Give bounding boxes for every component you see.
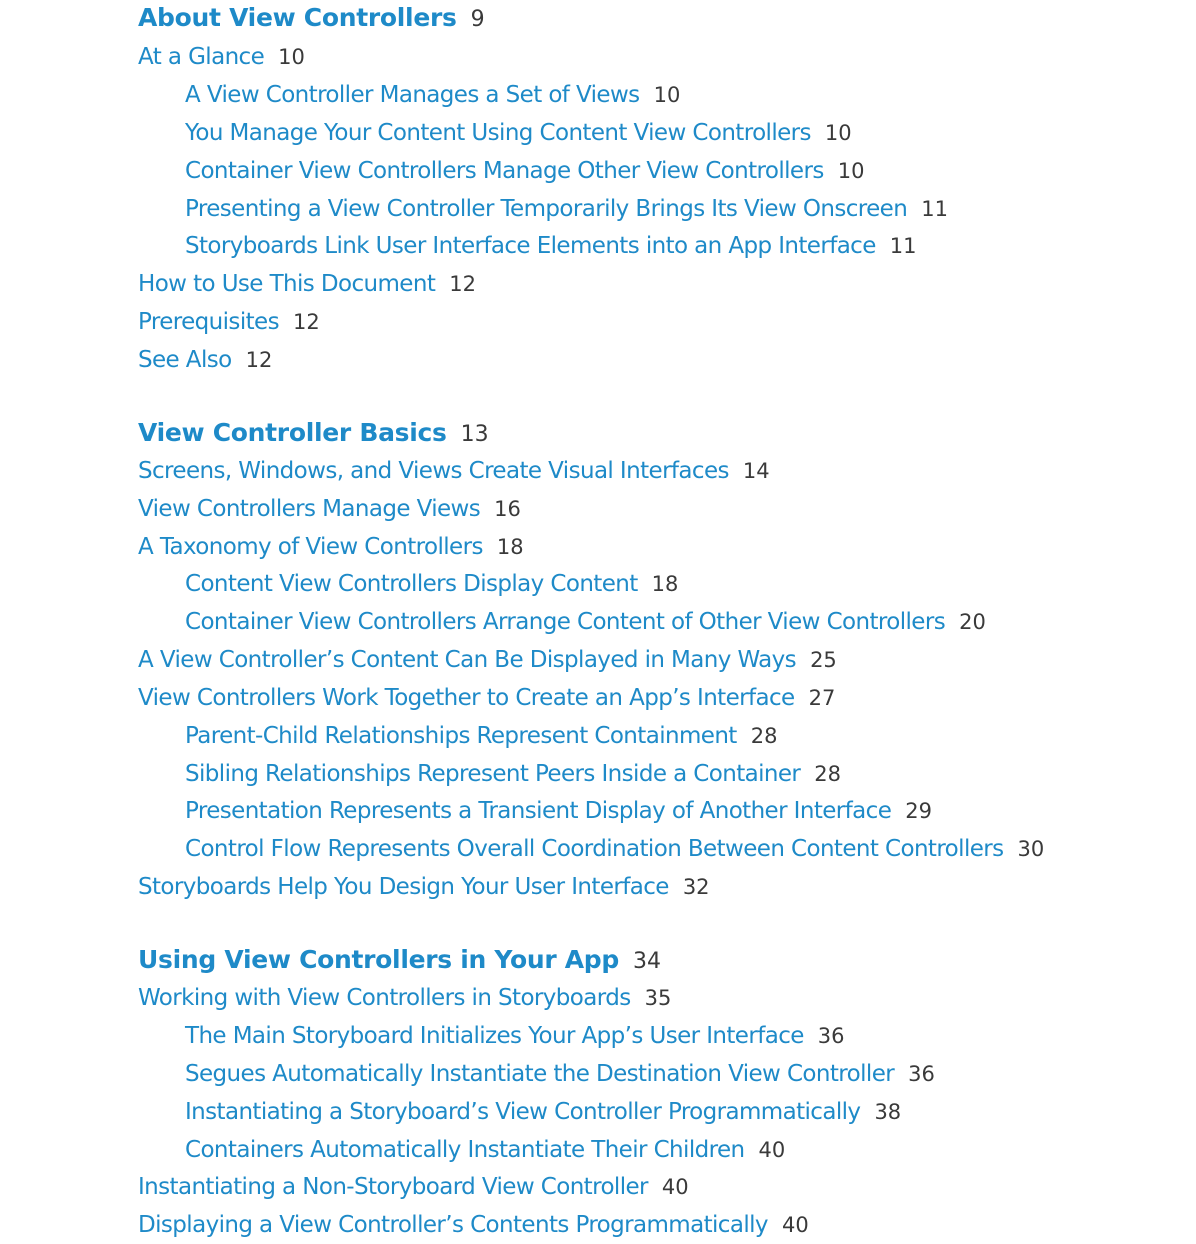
toc-entry-title[interactable]: A Taxonomy of View Controllers — [138, 534, 483, 560]
toc-entry[interactable]: How to Use This Document 12 — [138, 273, 476, 296]
toc-page-number: 40 — [781, 1213, 809, 1237]
toc-entry[interactable]: At a Glance 10 — [138, 46, 305, 69]
toc-entry-title[interactable]: Working with View Controllers in Storybo… — [138, 985, 631, 1011]
toc-page-number: 34 — [633, 949, 661, 974]
toc-chapter-title[interactable]: View Controller Basics — [138, 418, 447, 447]
toc-page-number: 10 — [278, 45, 305, 69]
toc-entry[interactable]: Presentation Represents a Transient Disp… — [185, 800, 932, 823]
toc-entry[interactable]: You Manage Your Content Using Content Vi… — [185, 122, 852, 145]
toc-entry[interactable]: Content View Controllers Display Content… — [185, 573, 678, 596]
toc-entry[interactable]: Working with View Controllers in Storybo… — [138, 987, 671, 1010]
toc-entry-title[interactable]: Content View Controllers Display Content — [185, 571, 638, 597]
toc-page-number: 16 — [494, 497, 521, 521]
toc-page-number: 40 — [661, 1175, 689, 1199]
toc-chapter-view-controller-basics[interactable]: View Controller Basics 13 — [138, 420, 489, 446]
toc-page-number: 28 — [814, 762, 842, 786]
toc-entry[interactable]: Segues Automatically Instantiate the Des… — [185, 1063, 935, 1086]
toc-page-number: 36 — [908, 1062, 935, 1086]
toc-entry-title[interactable]: View Controllers Manage Views — [138, 496, 481, 522]
toc-page-number: 9 — [470, 7, 485, 32]
toc-page-number: 12 — [292, 310, 320, 334]
toc-page-number: 29 — [905, 799, 932, 823]
toc-page-number: 36 — [817, 1024, 845, 1048]
toc-page-number: 40 — [758, 1138, 786, 1162]
toc-entry[interactable]: A Taxonomy of View Controllers 18 — [138, 536, 524, 559]
toc-page-number: 10 — [653, 83, 681, 107]
toc-entry[interactable]: Parent-Child Relationships Represent Con… — [185, 725, 777, 748]
toc-entry-title[interactable]: At a Glance — [138, 44, 265, 70]
toc-entry[interactable]: Presenting a View Controller Temporarily… — [185, 198, 948, 221]
toc-entry-title[interactable]: A View Controller’s Content Can Be Displ… — [138, 647, 797, 673]
toc-page-number: 10 — [837, 159, 865, 183]
toc-entry[interactable]: View Controllers Work Together to Create… — [138, 687, 835, 710]
toc-chapter-title[interactable]: About View Controllers — [138, 3, 457, 32]
toc-entry-title[interactable]: How to Use This Document — [138, 271, 436, 297]
toc-page-number: 14 — [742, 459, 770, 483]
toc-page-number: 35 — [644, 986, 672, 1010]
toc-entry-title[interactable]: Screens, Windows, and Views Create Visua… — [138, 458, 729, 484]
toc-entry[interactable]: Containers Automatically Instantiate The… — [185, 1139, 785, 1162]
toc-chapter-using-view-controllers[interactable]: Using View Controllers in Your App 34 — [138, 947, 661, 973]
toc-entry[interactable]: View Controllers Manage Views 16 — [138, 498, 521, 521]
toc-entry-title[interactable]: Prerequisites — [138, 309, 280, 335]
toc-page-number: 13 — [460, 422, 489, 447]
toc-entry-title[interactable]: Containers Automatically Instantiate The… — [185, 1137, 745, 1163]
toc-entry[interactable]: Sibling Relationships Represent Peers In… — [185, 763, 841, 786]
toc-entry-title[interactable]: Instantiating a Storyboard’s View Contro… — [185, 1099, 861, 1125]
toc-page-number: 27 — [808, 686, 836, 710]
toc-page-number: 28 — [750, 724, 778, 748]
toc-entry-title[interactable]: You Manage Your Content Using Content Vi… — [185, 120, 812, 146]
toc-chapter-title[interactable]: Using View Controllers in Your App — [138, 945, 619, 974]
toc-page-number: 11 — [889, 234, 917, 258]
toc-entry[interactable]: Screens, Windows, and Views Create Visua… — [138, 460, 770, 483]
toc-entry-title[interactable]: Container View Controllers Arrange Conte… — [185, 609, 946, 635]
toc-entry[interactable]: Container View Controllers Arrange Conte… — [185, 611, 986, 634]
toc-entry-title[interactable]: Storyboards Help You Design Your User In… — [138, 874, 669, 900]
toc-entry-title[interactable]: View Controllers Work Together to Create… — [138, 685, 795, 711]
toc-entry-title[interactable]: Sibling Relationships Represent Peers In… — [185, 761, 801, 787]
toc-chapter-about-view-controllers[interactable]: About View Controllers 9 — [138, 5, 485, 31]
toc-entry[interactable]: Prerequisites 12 — [138, 311, 320, 334]
toc-entry[interactable]: See Also 12 — [138, 349, 272, 372]
toc-page-number: 11 — [921, 197, 948, 221]
toc-page-number: 38 — [874, 1100, 902, 1124]
toc-entry-title[interactable]: Presenting a View Controller Temporarily… — [185, 196, 908, 222]
toc-page-number: 18 — [651, 572, 679, 596]
toc-entry[interactable]: Displaying a View Controller’s Contents … — [138, 1214, 809, 1237]
toc-page-number: 12 — [245, 348, 273, 372]
toc-entry[interactable]: Storyboards Help You Design Your User In… — [138, 876, 710, 899]
toc-entry-title[interactable]: Instantiating a Non-Storyboard View Cont… — [138, 1174, 649, 1200]
toc-entry[interactable]: Instantiating a Non-Storyboard View Cont… — [138, 1176, 689, 1199]
toc-entry-title[interactable]: Container View Controllers Manage Other … — [185, 158, 824, 184]
toc-page-number: 18 — [496, 535, 524, 559]
toc-entry[interactable]: Instantiating a Storyboard’s View Contro… — [185, 1101, 901, 1124]
toc-page-number: 20 — [959, 610, 986, 634]
toc-page-number: 32 — [682, 875, 710, 899]
toc-entry-title[interactable]: The Main Storyboard Initializes Your App… — [185, 1023, 804, 1049]
toc-entry-title[interactable]: Presentation Represents a Transient Disp… — [185, 798, 892, 824]
toc-entry[interactable]: A View Controller’s Content Can Be Displ… — [138, 649, 837, 672]
toc-entry-title[interactable]: Displaying a View Controller’s Contents … — [138, 1212, 769, 1238]
toc-page-number: 12 — [449, 272, 476, 296]
toc-entry[interactable]: Control Flow Represents Overall Coordina… — [185, 838, 1044, 861]
toc-entry-title[interactable]: Storyboards Link User Interface Elements… — [185, 233, 876, 259]
toc-entry-title[interactable]: Control Flow Represents Overall Coordina… — [185, 836, 1004, 862]
toc-entry-title[interactable]: Parent-Child Relationships Represent Con… — [185, 723, 737, 749]
toc-entry[interactable]: Storyboards Link User Interface Elements… — [185, 235, 917, 258]
toc-entry[interactable]: The Main Storyboard Initializes Your App… — [185, 1025, 845, 1048]
toc-entry[interactable]: A View Controller Manages a Set of Views… — [185, 84, 680, 107]
toc-entry-title[interactable]: See Also — [138, 347, 232, 373]
toc-page-number: 25 — [810, 648, 837, 672]
toc-page-number: 10 — [824, 121, 852, 145]
toc-entry-title[interactable]: A View Controller Manages a Set of Views — [185, 82, 640, 108]
toc-entry-title[interactable]: Segues Automatically Instantiate the Des… — [185, 1061, 895, 1087]
toc-page-number: 30 — [1017, 837, 1045, 861]
toc-entry[interactable]: Container View Controllers Manage Other … — [185, 160, 864, 183]
